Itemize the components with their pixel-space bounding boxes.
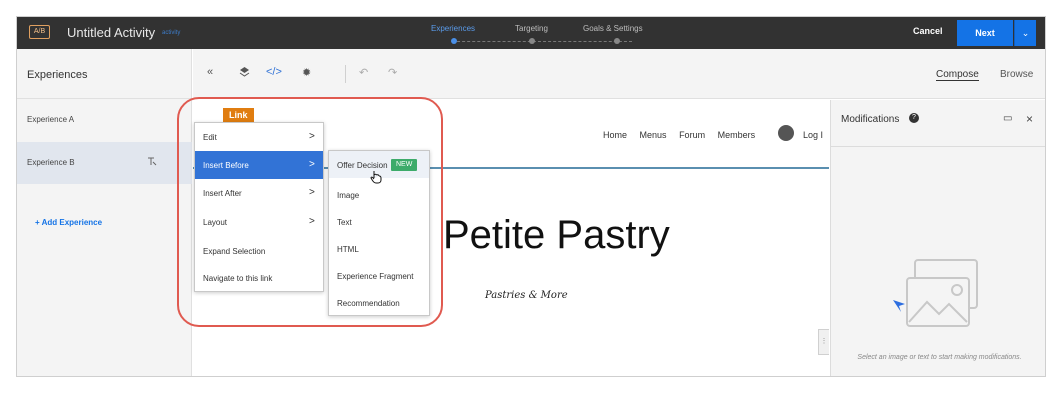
chevron-down-icon[interactable]: ⌄ [1014,20,1036,46]
step-progress-line [452,41,632,42]
site-nav: Home Menus Forum Members [603,130,765,140]
cancel-button[interactable]: Cancel [913,26,943,36]
ab-badge: A/B [29,25,50,39]
step-goals-settings[interactable]: Goals & Settings [583,24,643,33]
sidebar-header: Experiences [17,49,192,99]
step-targeting[interactable]: Targeting [515,24,548,33]
undo-icon[interactable]: ↶ [359,66,368,79]
experience-b-item[interactable]: Experience B [17,142,192,184]
step-experiences[interactable]: Experiences [431,24,475,33]
toolbar-divider [345,65,346,83]
maximize-icon[interactable]: ▭ [1003,113,1012,124]
modifications-header: Modifications ? ▭ × [831,100,1045,147]
activity-subtitle: activity [162,30,181,36]
experience-a-item[interactable]: Experience A [17,99,192,141]
layers-icon[interactable] [239,66,250,80]
highlight-annotation [177,97,443,327]
tab-browse[interactable]: Browse [1000,69,1033,80]
top-bar: A/B Untitled Activity activity Experienc… [17,17,1045,49]
app-window: A/B Untitled Activity activity Experienc… [16,16,1046,377]
site-login-link[interactable]: Log I [803,130,823,140]
experience-label: Experience B [27,158,75,167]
image-placeholder-illustration [893,258,983,338]
modifications-hint: Select an image or text to start making … [857,354,1022,361]
panel-resize-handle[interactable]: ⋮ [818,329,829,355]
activity-title[interactable]: Untitled Activity [67,25,155,40]
gear-icon[interactable]: ✹ [302,66,311,79]
redo-icon[interactable]: ↷ [388,66,397,79]
editor-toolbar: « </> ✹ ↶ ↷ Compose Browse [193,49,1045,99]
close-icon[interactable]: × [1026,112,1033,126]
next-button[interactable]: Next [957,20,1013,46]
tab-compose[interactable]: Compose [936,69,979,81]
sidebar-title: Experiences [27,69,88,81]
add-experience-button[interactable]: + Add Experience [35,218,102,227]
collapse-icon[interactable]: « [207,66,213,78]
site-tagline[interactable]: Pastries & More [485,290,568,301]
site-nav-menus[interactable]: Menus [640,130,667,140]
modifications-panel: Modifications ? ▭ × Select an image or t… [830,100,1045,376]
code-icon[interactable]: </> [266,66,282,78]
help-icon[interactable]: ? [909,113,919,123]
step-dot-goals [614,38,620,44]
user-avatar-icon[interactable] [778,125,794,141]
site-title[interactable]: Petite Pastry [443,213,670,258]
modifications-title: Modifications [841,114,900,125]
step-dot-experiences [451,38,457,44]
experience-label: Experience A [27,115,75,124]
experiences-sidebar: Experiences Experience A Experience B + … [17,49,192,376]
site-nav-forum[interactable]: Forum [679,130,705,140]
site-nav-home[interactable]: Home [603,130,627,140]
site-nav-members[interactable]: Members [718,130,756,140]
rename-icon[interactable] [147,156,157,169]
step-dot-targeting [529,38,535,44]
